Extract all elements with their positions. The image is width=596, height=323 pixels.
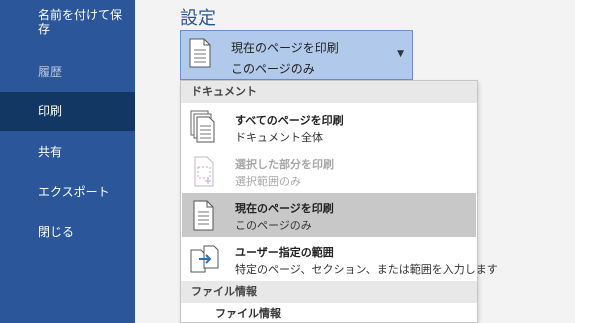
group-header-file-info: ファイル情報 [181,281,477,303]
nav-item-save-as[interactable]: 名前を付けて保存 [0,8,135,44]
custom-range-icon [190,242,219,276]
option-print-selection[interactable]: 選択した部分を印刷 選択範囲のみ [182,149,476,193]
dropdown-arrow-icon[interactable]: ▼ [397,49,404,59]
all-pages-icon [190,110,218,144]
option-print-all-pages[interactable]: すべてのページを印刷 ドキュメント全体 [182,105,476,149]
option-title: 現在のページを印刷 [235,202,334,215]
option-title: ユーザー指定の範囲 [235,246,334,259]
backstage-nav: 名前を付けて保存 履歴 印刷 共有 エクスポート 閉じる [0,0,135,323]
select-title: 現在のページを印刷 [231,41,339,55]
document-icon [189,38,211,72]
selection-icon [190,154,218,188]
option-desc: ドキュメント全体 [235,131,323,144]
settings-title: 設定 [180,8,216,29]
option-print-current-page[interactable]: 現在のページを印刷 このページのみ [182,193,476,237]
nav-item-close[interactable]: 閉じる [0,217,135,247]
nav-item-history[interactable]: 履歴 [0,57,135,87]
option-custom-range[interactable]: ユーザー指定の範囲 特定のページ、セクション、または範囲を入力します [182,237,498,281]
select-desc: このページのみ [231,62,315,76]
nav-item-print[interactable]: 印刷 [0,92,135,131]
option-desc: このページのみ [235,219,312,232]
print-range-select[interactable]: 現在のページを印刷 このページのみ ▼ [180,30,413,80]
print-range-dropdown: ドキュメント すべてのページを印刷 ドキュメント全体 選択した部分を印刷 選択範… [180,80,498,323]
option-desc: 特定のページ、セクション、または範囲を入力します [235,263,498,276]
option-desc: 選択範囲のみ [235,175,301,188]
option-title: 選択した部分を印刷 [235,158,334,171]
group-header-document: ドキュメント [181,81,477,103]
nav-item-export[interactable]: エクスポート [0,177,135,207]
preview-page [575,0,596,323]
option-title: すべてのページを印刷 [235,114,344,127]
current-page-icon [190,198,218,232]
nav-item-share[interactable]: 共有 [0,137,135,167]
option-file-info[interactable]: ファイル情報 [215,305,281,321]
